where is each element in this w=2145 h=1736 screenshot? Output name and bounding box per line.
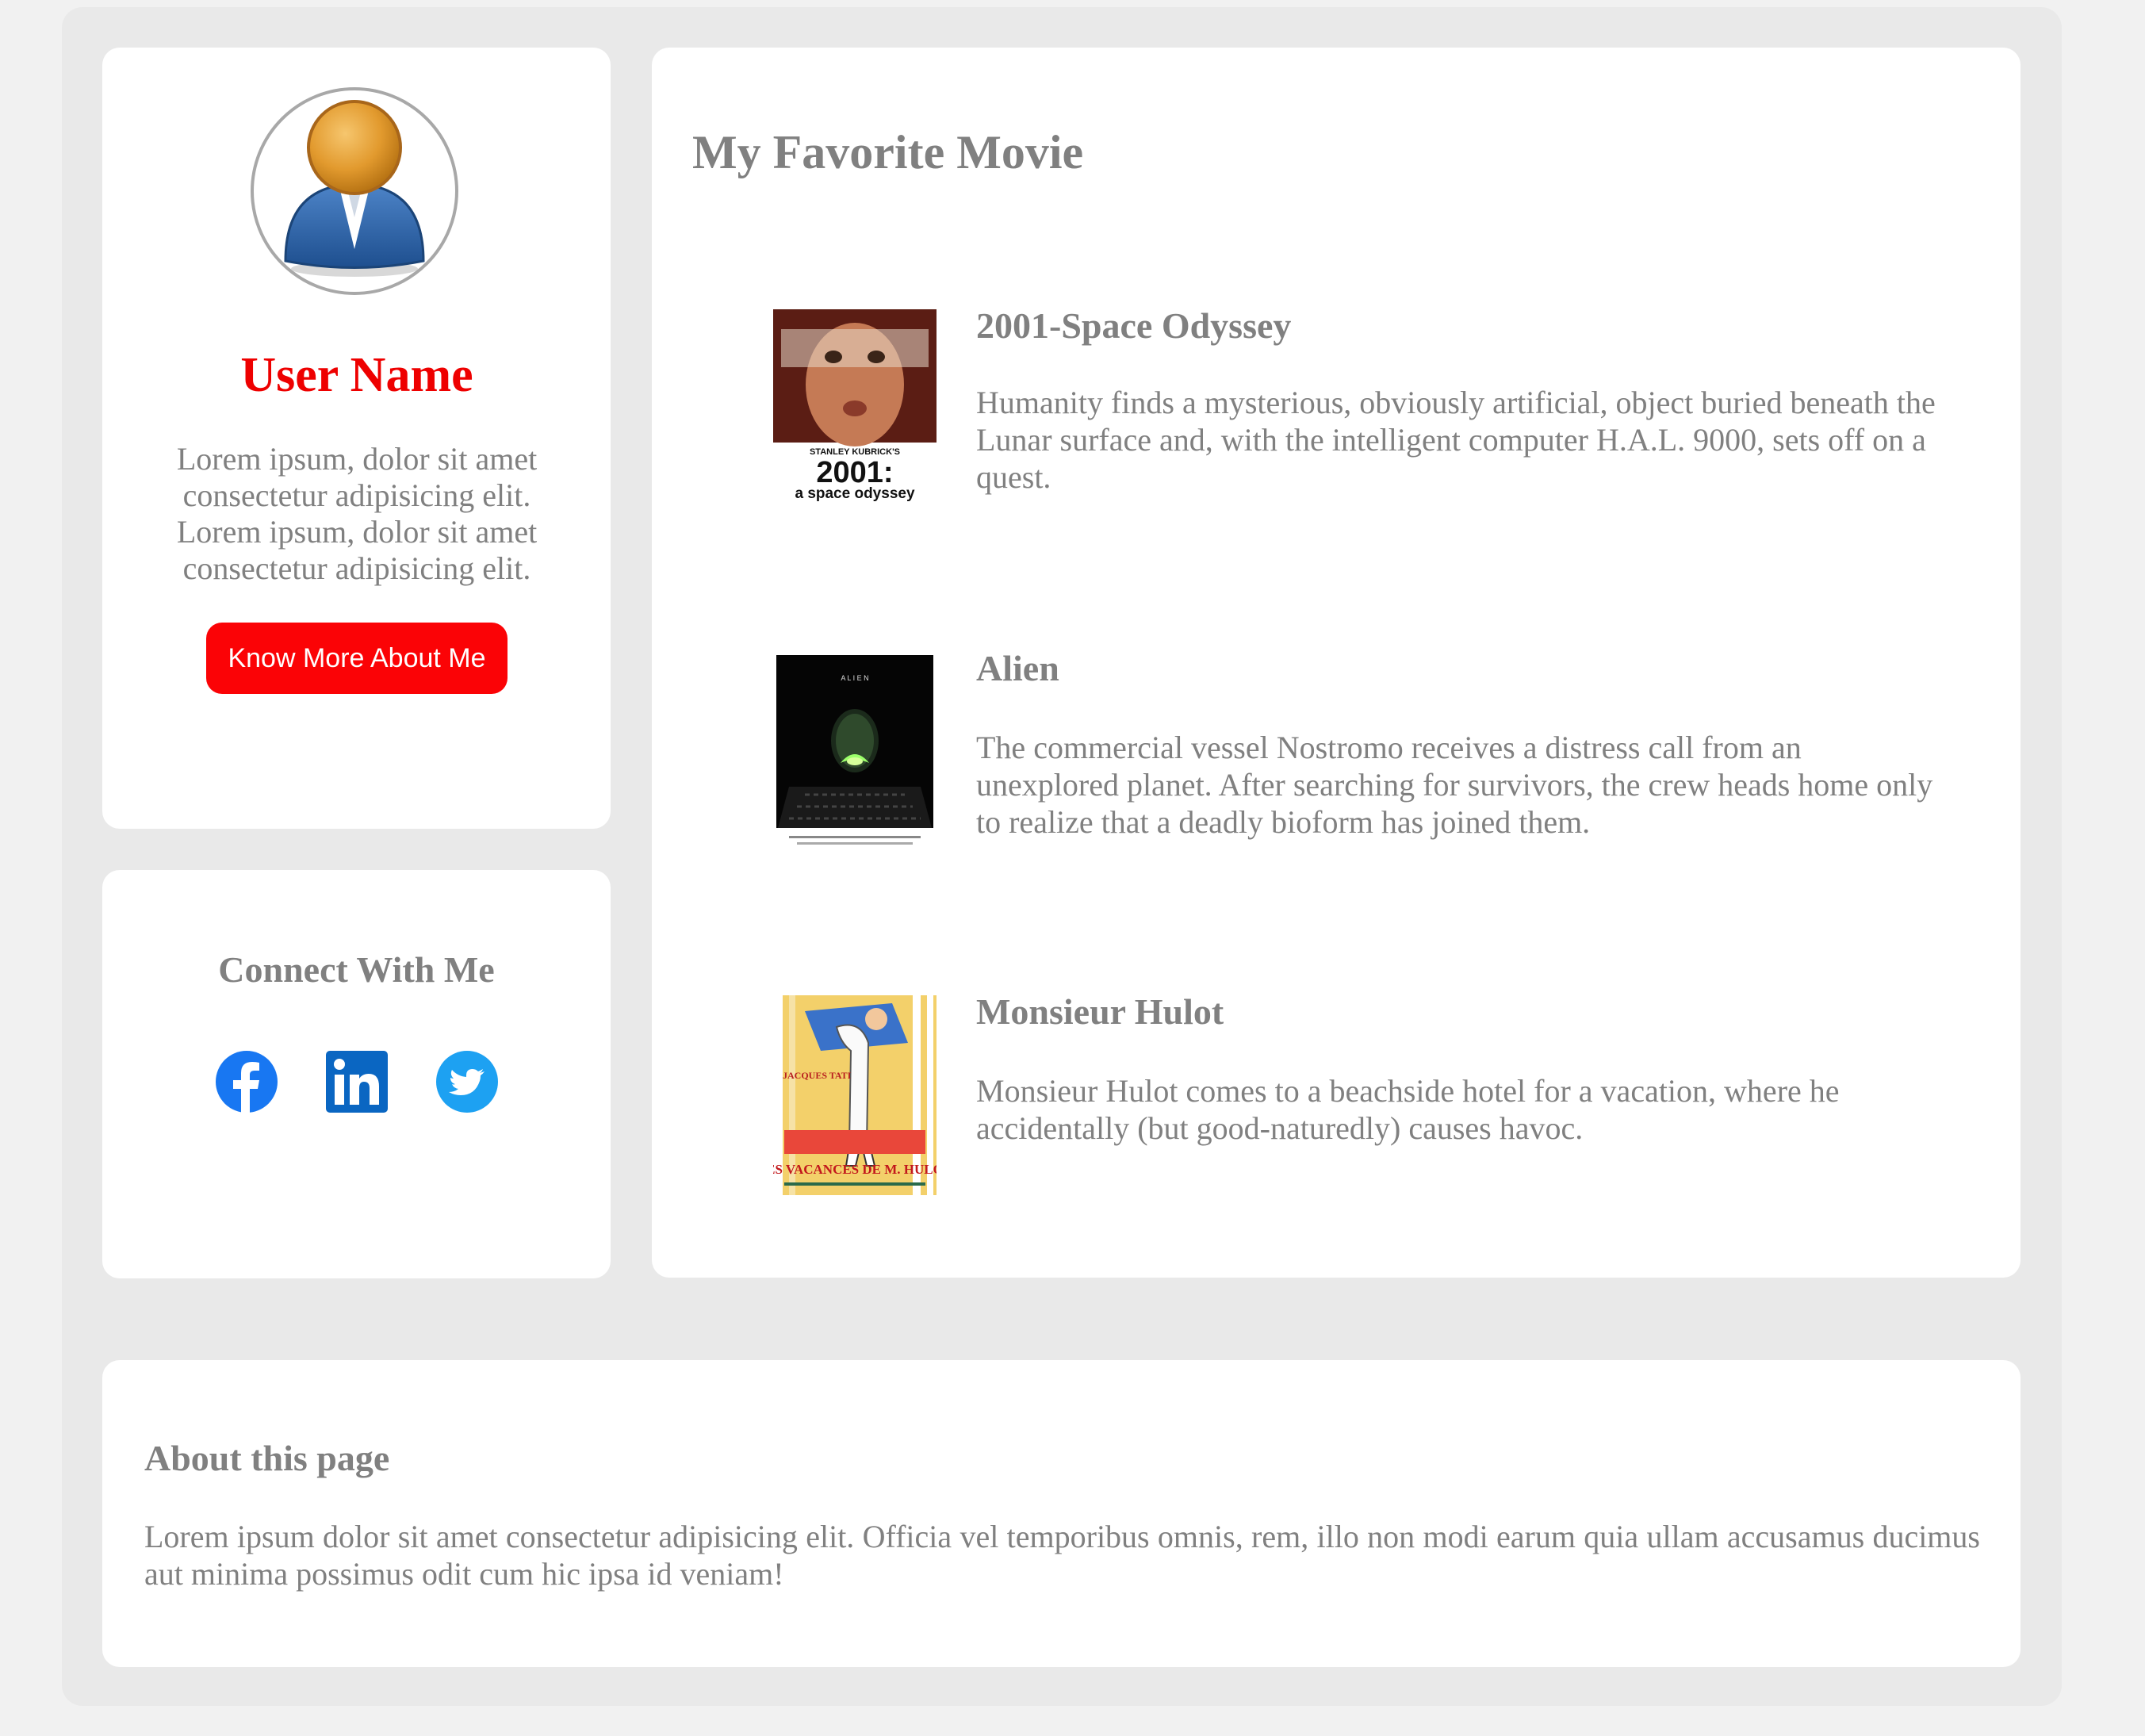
svg-text:JACQUES TATI: JACQUES TATI <box>783 1070 852 1081</box>
movie-title: Monsieur Hulot <box>976 991 1224 1032</box>
user-avatar-icon <box>251 87 458 295</box>
movie-title: Alien <box>976 648 1059 688</box>
user-bio: Lorem ipsum, dolor sit amet consectetur … <box>176 441 538 586</box>
svg-text:2001:: 2001: <box>816 456 893 489</box>
movie-description: Humanity finds a mysterious, obviously a… <box>976 385 1936 495</box>
connect-title: Connect With Me <box>218 949 495 990</box>
movie-poster-monsieur-hulot: JACQUES TATI LES VACANCES DE M. HULOT <box>773 995 937 1195</box>
know-more-button[interactable]: Know More About Me <box>206 623 508 694</box>
about-title: About this page <box>144 1438 390 1478</box>
movies-title: My Favorite Movie <box>692 126 1084 178</box>
about-card <box>102 1360 2021 1667</box>
linkedin-icon[interactable] <box>325 1050 389 1113</box>
about-text: Lorem ipsum dolor sit amet consectetur a… <box>144 1519 1980 1592</box>
svg-text:A L I E N: A L I E N <box>841 674 868 682</box>
user-name: User Name <box>240 348 473 402</box>
movie-description: Monsieur Hulot comes to a beachside hote… <box>976 1073 1840 1146</box>
twitter-icon[interactable] <box>435 1050 499 1113</box>
movie-description: The commercial vessel Nostromo receives … <box>976 730 1933 840</box>
movie-title: 2001-Space Odyssey <box>976 305 1292 346</box>
svg-text:LES VACANCES DE M. HULOT: LES VACANCES DE M. HULOT <box>773 1162 937 1177</box>
movie-poster-2001: STANLEY KUBRICK'S 2001: a space odyssey <box>773 309 937 509</box>
movie-poster-alien: A L I E N <box>773 652 937 852</box>
facebook-icon[interactable] <box>215 1050 278 1113</box>
svg-text:a space odyssey: a space odyssey <box>795 485 914 502</box>
